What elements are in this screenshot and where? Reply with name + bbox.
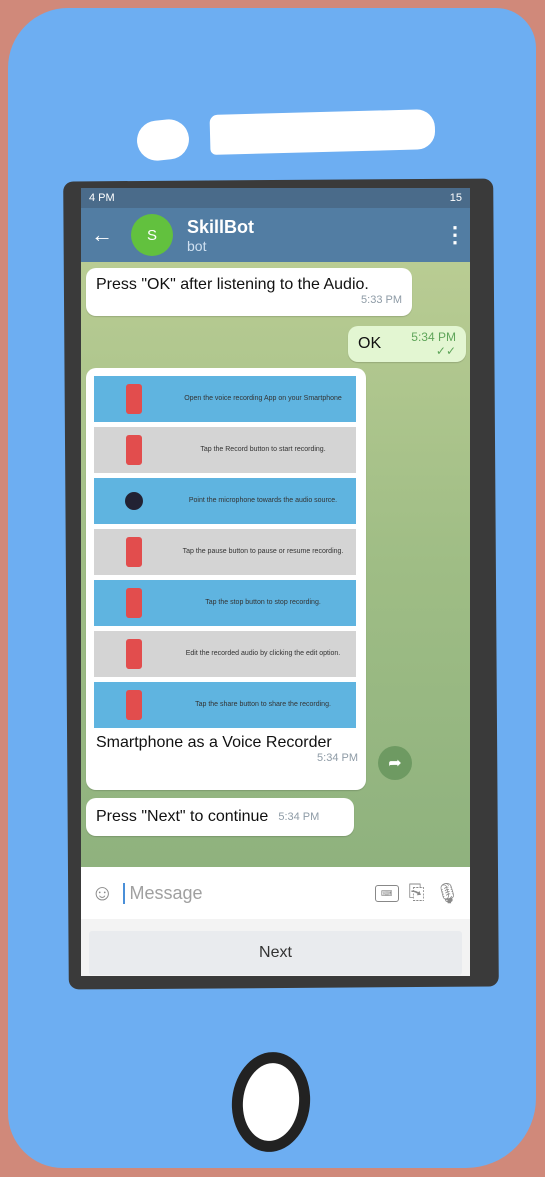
message-bubble[interactable]: Press "OK" after listening to the Audio.…	[86, 268, 412, 316]
chat-title[interactable]: SkillBot bot	[187, 217, 444, 254]
double-check-icon: ✓✓	[435, 344, 456, 358]
phone-hand-illustration	[94, 376, 174, 422]
emoji-icon[interactable]: ☺	[91, 880, 113, 906]
status-bar: 4 PM 15	[81, 188, 470, 208]
steps-image[interactable]: Open the voice recording App on your Sma…	[94, 376, 356, 728]
step-card: Tap the Record button to start recording…	[94, 427, 356, 473]
message-bubble[interactable]: Press "Next" to continue 5:34 PM	[86, 798, 354, 836]
chat-area[interactable]: Press "OK" after listening to the Audio.…	[81, 262, 470, 867]
message-time: 5:34 PM ✓✓	[411, 330, 456, 358]
step-card: Tap the stop button to stop recording.	[94, 580, 356, 626]
bot-name: SkillBot	[187, 216, 255, 237]
message-time: 5:34 PM	[278, 811, 320, 823]
avatar[interactable]: S	[131, 214, 173, 256]
step-card: Tap the pause button to pause or resume …	[94, 529, 356, 575]
phone-hand-illustration	[94, 631, 174, 677]
phone-hand-illustration	[94, 682, 174, 728]
phone-screen: 4 PM 15 ← S SkillBot bot ⋮ Press "OK" af…	[81, 188, 470, 976]
step-card: Tap the share button to share the record…	[94, 682, 356, 728]
battery-icon: 15	[449, 192, 462, 204]
attach-icon[interactable]: ⎘	[409, 882, 425, 905]
message-text: Press "OK" after listening to the Audio.	[96, 276, 369, 293]
message-text: Press "Next" to continue	[96, 808, 269, 825]
phone-hand-illustration	[94, 580, 174, 626]
message-time: 5:33 PM	[361, 294, 402, 306]
message-time: 5:34 PM	[317, 752, 358, 764]
message-text: OK	[358, 335, 382, 352]
back-arrow-icon[interactable]: ←	[91, 222, 131, 248]
step-card: Open the voice recording App on your Sma…	[94, 376, 356, 422]
speaker-bar	[209, 109, 436, 155]
microphone-icon[interactable]: 🎙	[435, 881, 460, 906]
message-input[interactable]: Message	[123, 882, 364, 904]
bot-keyboard: Next	[81, 919, 470, 976]
message-input-bar: ☺ Message ⌨ ⎘ 🎙	[81, 867, 470, 919]
step-card: Point the microphone towards the audio s…	[94, 478, 356, 524]
status-time: 4 PM	[89, 192, 115, 204]
more-vert-icon[interactable]: ⋮	[444, 222, 466, 248]
forward-icon[interactable]: ➦	[378, 746, 412, 780]
next-button[interactable]: Next	[89, 931, 462, 975]
step-card: Edit the recorded audio by clicking the …	[94, 631, 356, 677]
bot-subtitle: bot	[187, 237, 207, 254]
person-illustration	[94, 478, 174, 524]
image-caption: Smartphone as a Voice Recorder	[96, 734, 332, 751]
image-message-bubble[interactable]: Open the voice recording App on your Sma…	[86, 368, 366, 790]
sent-message-bubble[interactable]: OK 5:34 PM ✓✓	[348, 326, 466, 362]
phone-hand-illustration	[94, 529, 174, 575]
bot-keyboard-icon[interactable]: ⌨	[374, 884, 399, 902]
chat-header: ← S SkillBot bot ⋮	[81, 208, 470, 262]
phone-hand-illustration	[94, 427, 174, 473]
